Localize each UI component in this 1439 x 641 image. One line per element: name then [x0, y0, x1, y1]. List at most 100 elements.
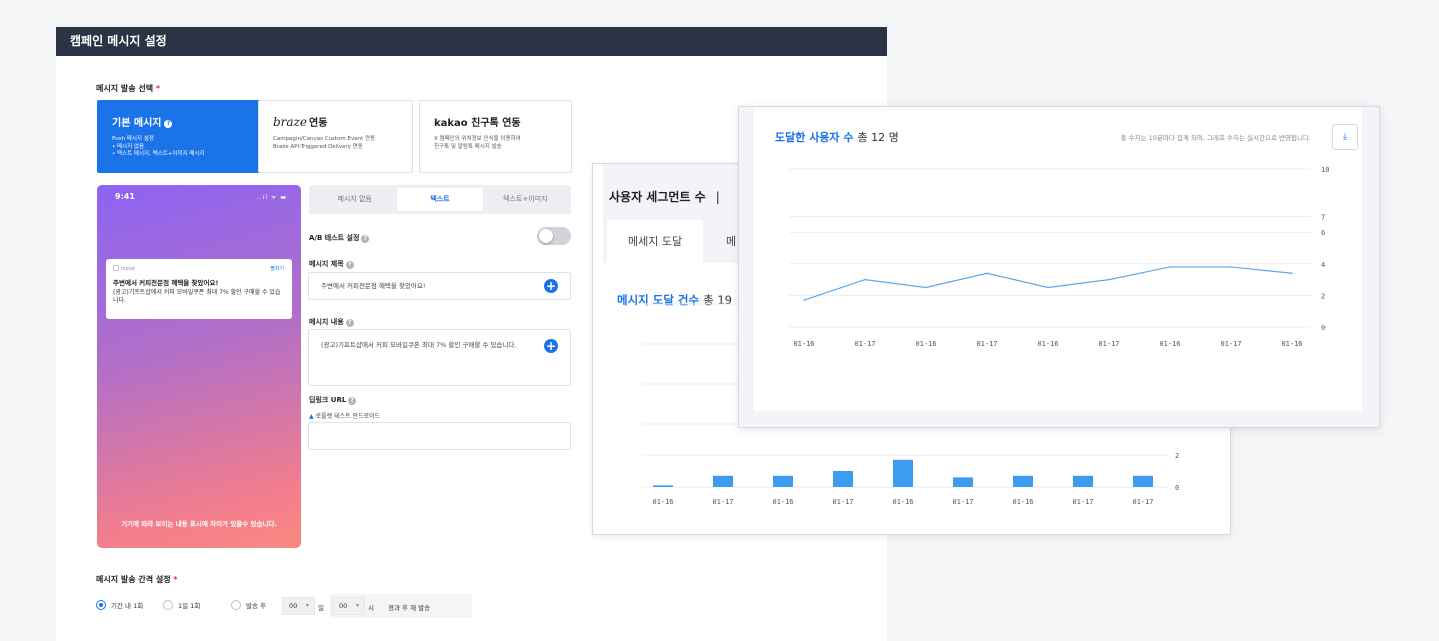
data-point [925, 286, 927, 289]
radio-once-period[interactable]: 기간 내 1회 [96, 600, 143, 610]
data-point [803, 299, 805, 301]
radio-button[interactable] [231, 600, 241, 610]
push-notification: loplat 펼치기 주변에서 커피전문점 혜택을 찾았어요! (광고)기프트샵… [106, 259, 292, 319]
x-tick-label: 01-16 [1159, 340, 1180, 348]
help-icon[interactable]: ? [361, 235, 370, 243]
interval-label: 메시지 발송 간격 설정 * [96, 574, 178, 585]
chevron-down-icon: ▾ [305, 602, 309, 609]
ab-test-text: A/B 테스트 설정 [309, 234, 360, 242]
radio-button[interactable] [96, 600, 106, 610]
phone-status-icons: ..ıl ᯤ ▬ [256, 194, 287, 201]
info-icon: ? [164, 120, 173, 128]
y-tick-label: 0 [1175, 484, 1179, 492]
deeplink-platform: ▲ 로플랫 테스트 안드로이드 [309, 411, 380, 420]
deeplink-label: 딥링크 URL? [309, 395, 357, 405]
notification-title: 주변에서 커피전문점 혜택을 찾았어요! [113, 279, 219, 287]
x-tick-label: 01-16 [892, 498, 913, 506]
x-tick-label: 01-17 [1098, 340, 1119, 348]
braze-logo: braze [273, 115, 307, 129]
content-input[interactable]: (광고)기프트샵에서 커피 모바일쿠폰 최대 7% 할인 구매할 수 있습니다.… [308, 329, 571, 386]
content-label-text: 메시지 내용 [309, 318, 344, 326]
day-select-value: 00 [289, 602, 298, 610]
data-point [1047, 286, 1049, 289]
notification-body: (광고)기프트샵에서 커피 모바일쿠폰 최대 7% 할인 구매할 수 있습니다. [113, 289, 281, 304]
bar [833, 471, 853, 487]
braze-desc: Campagin/Canvas Custom Event 연동 Braze AP… [273, 136, 376, 150]
day-select[interactable]: 00 ▾ [282, 597, 315, 615]
bar [773, 475, 793, 487]
help-icon[interactable]: ? [345, 319, 354, 327]
basic-message-desc: Push 메시지 설정 • 메시지 없음 • 텍스트 메시지, 텍스트+이미지 … [112, 136, 205, 157]
x-tick-label: 01-16 [772, 498, 793, 506]
x-tick-label: 01-16 [915, 340, 936, 348]
x-tick-label: 01-16 [1281, 340, 1302, 348]
add-icon[interactable]: + [544, 339, 558, 353]
x-tick-label: 01-17 [832, 498, 853, 506]
bar [653, 485, 673, 487]
phone-preview: 9:41 ..ıl ᯤ ▬ loplat 펼치기 주변에서 커피전문점 혜택을 … [97, 185, 301, 548]
data-point [1291, 272, 1293, 275]
hour-select-value: 00 [339, 602, 348, 610]
phone-footer-note: 기기에 따라 보이는 내용 표시에 차이가 있을수 있습니다. [121, 520, 277, 528]
send-select-label: 메시지 발송 선택 * [96, 83, 160, 94]
day-unit: 일 [318, 604, 324, 612]
tab-no-message[interactable]: 메시지 없음 [312, 188, 397, 211]
x-tick-label: 01-16 [793, 340, 814, 348]
x-tick-label: 01-16 [652, 498, 673, 506]
android-icon: ▲ [309, 413, 314, 420]
radio-button[interactable] [163, 600, 173, 610]
hour-unit: 시 [368, 604, 374, 612]
users-line-chart: 0 2 4 6 7 10 01-16 01-17 01-16 01-17 01-16 01-17 01-… [789, 166, 1329, 348]
bar [893, 459, 913, 487]
send-select-text: 메시지 발송 선택 [96, 84, 154, 93]
help-icon[interactable]: ? [345, 261, 354, 269]
ab-test-toggle[interactable] [537, 227, 571, 245]
bar [1073, 475, 1093, 487]
expand-link[interactable]: 펼치기 [270, 265, 284, 272]
radio-label: 기간 내 1회 [111, 602, 144, 610]
x-tick-label: 01-17 [854, 340, 875, 348]
x-tick-label: 01-17 [1072, 498, 1093, 506]
radio-after-send[interactable]: 발송 후 [231, 600, 266, 610]
add-icon[interactable]: + [544, 279, 558, 293]
y-tick-label: 7 [1321, 213, 1325, 221]
deeplink-input[interactable] [308, 422, 571, 450]
content-label: 메시지 내용? [309, 317, 354, 327]
hour-select[interactable]: 00 ▾ [332, 597, 365, 615]
data-point [1108, 278, 1110, 281]
title-input[interactable]: 주변에서 커피전문점 혜택을 찾았어요! + [308, 272, 571, 300]
phone-time: 9:41 [115, 192, 135, 201]
panel-header: 캠페인 메시지 설정 [56, 27, 887, 56]
required-mark: * [155, 84, 161, 93]
kakao-desc: X 캠페인의 위치정보 인식을 이용하여 친구톡 및 알림톡 메시지 발송 [434, 136, 521, 150]
tab-text[interactable]: 텍스트 [397, 188, 483, 211]
y-tick-label: 10 [1321, 166, 1329, 174]
bar [1013, 475, 1033, 487]
app-icon [113, 265, 119, 271]
bar [953, 477, 973, 487]
basic-message-card[interactable]: 기본 메시지? Push 메시지 설정 • 메시지 없음 • 텍스트 메시지, … [97, 100, 277, 173]
data-point [1169, 266, 1171, 268]
radio-once-daily[interactable]: 1일 1회 [163, 600, 200, 610]
bar [1133, 475, 1153, 487]
required-mark: * [173, 575, 178, 584]
y-tick-label: 2 [1321, 292, 1325, 300]
deeplink-label-text: 딥링크 URL [309, 396, 347, 404]
x-tick-label: 01-16 [1037, 340, 1058, 348]
app-name: loplat [121, 266, 136, 272]
braze-card[interactable]: braze 연동 Campagin/Canvas Custom Event 연동 … [258, 100, 413, 173]
interval-suffix: 경과 후 재 발송 [388, 604, 431, 612]
bar [713, 475, 733, 487]
deeplink-platform-name: 로플랫 테스트 안드로이드 [315, 413, 381, 420]
ab-test-label: A/B 테스트 설정? [309, 233, 370, 243]
radio-label: 1일 1회 [178, 602, 201, 610]
tab-text-image[interactable]: 텍스트+이미지 [483, 188, 568, 211]
title-input-value: 주변에서 커피전문점 혜택을 찾았어요! [321, 282, 426, 290]
radio-label: 발송 후 [246, 602, 267, 610]
help-icon[interactable]: ? [348, 397, 357, 405]
x-tick-label: 01-17 [952, 498, 973, 506]
x-tick-label: 01-17 [976, 340, 997, 348]
kakao-card[interactable]: kakao 친구톡 연동 X 캠페인의 위치정보 인식을 이용하여 친구톡 및 … [419, 100, 572, 173]
y-tick-label: 6 [1321, 229, 1325, 237]
y-tick-label: 2 [1175, 452, 1179, 460]
